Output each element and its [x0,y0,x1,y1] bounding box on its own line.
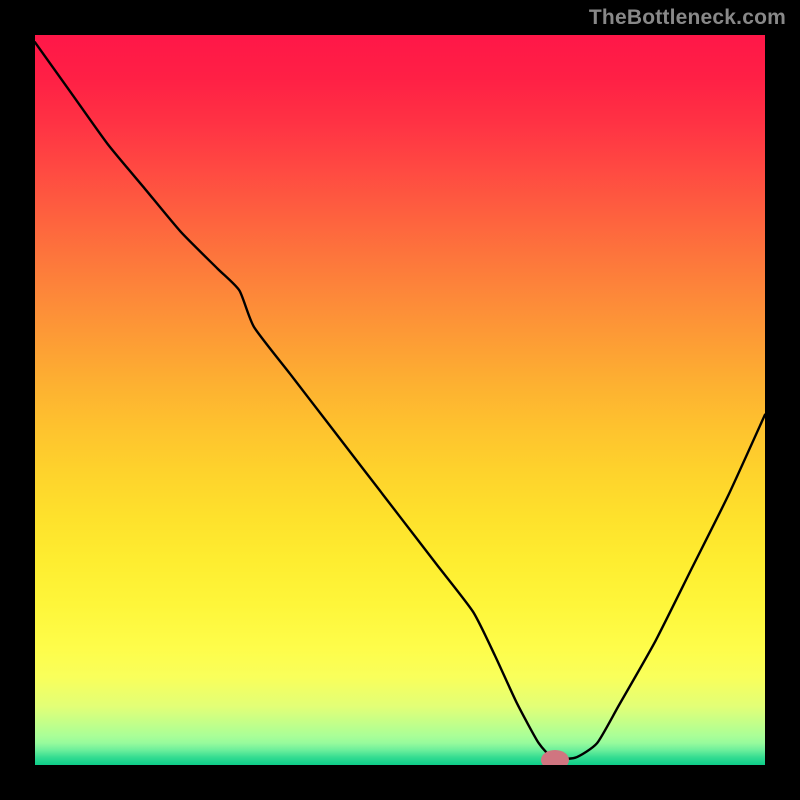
gradient-background [35,35,765,765]
watermark-text: TheBottleneck.com [589,6,786,30]
chart-canvas [0,0,800,800]
marker-pill [541,750,569,770]
